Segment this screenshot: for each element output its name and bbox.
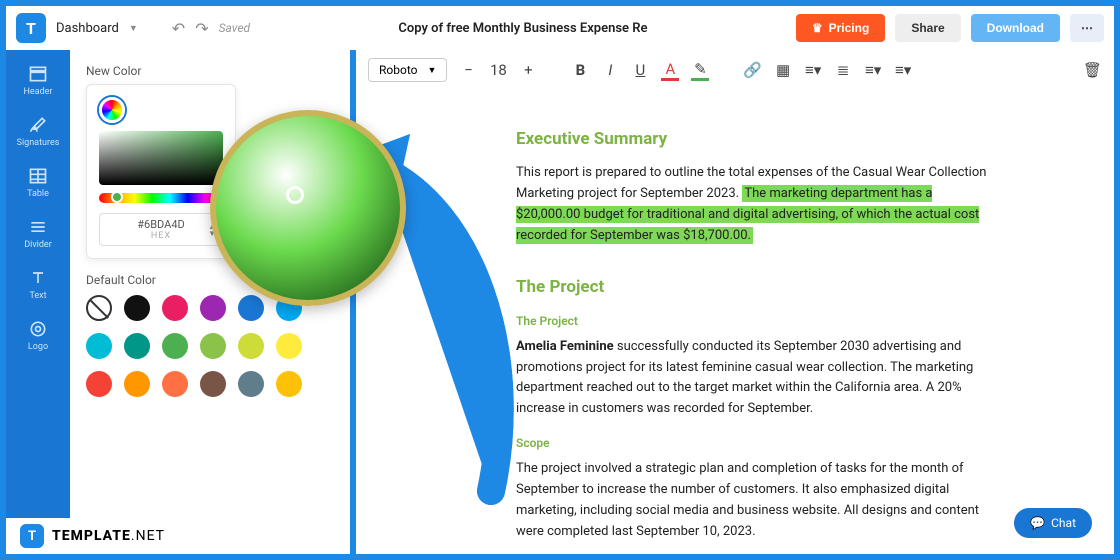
list-numbered-button[interactable]: ≣ [834,61,852,79]
top-bar: T Dashboard ▼ ↶ ↷ Saved Copy of free Mon… [6,6,1114,50]
color-swatch[interactable] [162,371,188,397]
sidebar-item-logo[interactable]: Logo [28,319,48,352]
subheading: The Project [516,312,994,331]
dashboard-caret-icon[interactable]: ▼ [129,23,138,34]
sidebar-item-divider[interactable]: Divider [24,217,52,250]
redo-icon[interactable]: ↷ [195,19,208,38]
link-button[interactable]: 🔗 [743,61,762,79]
color-swatch[interactable] [238,295,264,321]
subheading: Scope [516,434,994,453]
color-swatch[interactable] [124,371,150,397]
more-button[interactable]: ⋯ [1070,14,1104,42]
color-swatch[interactable] [86,333,112,359]
swatch-grid [86,295,334,397]
color-panel: New Color #6BDA4D HEX ▲▼ Default Color [70,50,350,554]
color-swatch[interactable] [200,333,226,359]
chat-button[interactable]: 💬Chat [1014,508,1092,538]
align-button[interactable]: ≡▾ [804,61,822,79]
heading-the-project: The Project [516,274,994,301]
paragraph: The project involved a strategic plan an… [516,459,994,542]
hue-slider[interactable] [99,193,223,203]
format-toolbar: Roboto▼ − 18 + B I U A ✎ 🔗 ▦ ≡▾ ≣ ≡▾ ≡▾ … [356,50,1114,90]
color-wheel-icon[interactable] [99,97,125,123]
color-swatch[interactable] [162,333,188,359]
color-swatch[interactable] [238,333,264,359]
magnifier-overlay [210,110,406,306]
list-bulleted-button[interactable]: ≡▾ [864,61,882,79]
color-swatch[interactable] [162,295,188,321]
color-swatch[interactable] [276,371,302,397]
highlight-color-button[interactable]: ✎ [691,60,709,81]
document-title[interactable]: Copy of free Monthly Business Expense Re [398,21,647,36]
color-swatch[interactable] [86,371,112,397]
header-icon [28,64,48,84]
increase-font-button[interactable]: + [519,61,537,79]
heading-executive-summary: Executive Summary [516,126,994,153]
sidebar-item-table[interactable]: Table [27,166,49,199]
color-swatch[interactable] [124,295,150,321]
image-button[interactable]: ▦ [774,61,792,79]
saturation-gradient[interactable] [99,131,223,185]
signature-icon [28,115,48,135]
font-size-value[interactable]: 18 [489,61,507,79]
color-swatch[interactable] [200,371,226,397]
undo-icon[interactable]: ↶ [172,19,185,38]
line-spacing-button[interactable]: ≡▾ [894,61,912,79]
app-logo[interactable]: T [16,13,46,43]
italic-button[interactable]: I [601,61,619,79]
crown-icon: ♛ [812,21,823,35]
download-button[interactable]: Download [971,14,1060,42]
logo-icon [28,319,48,339]
chat-icon: 💬 [1030,516,1045,530]
color-swatch[interactable] [200,295,226,321]
color-swatch[interactable] [238,371,264,397]
divider-icon [28,217,48,237]
color-swatch[interactable] [124,333,150,359]
decrease-font-button[interactable]: − [459,61,477,79]
pricing-button[interactable]: ♛Pricing [796,14,885,42]
saved-status: Saved [219,21,250,35]
sidebar-item-signatures[interactable]: Signatures [17,115,60,148]
text-icon [28,268,48,288]
chevron-down-icon: ▼ [427,65,436,76]
sidebar-item-header[interactable]: Header [24,64,53,97]
color-swatch[interactable] [276,333,302,359]
color-swatch[interactable] [86,295,112,321]
underline-button[interactable]: U [631,61,649,79]
picker-handle-icon [286,186,304,204]
dashboard-link[interactable]: Dashboard [56,21,119,36]
paragraph: This report is prepared to outline the t… [516,163,994,246]
hue-handle[interactable] [111,191,123,203]
hex-input[interactable]: #6BDA4D HEX ▲▼ [99,213,223,246]
new-color-label: New Color [86,64,334,78]
brand-footer: T TEMPLATE.NET [6,518,286,554]
share-button[interactable]: Share [895,14,960,42]
sidebar-item-text[interactable]: Text [28,268,48,301]
font-family-select[interactable]: Roboto▼ [368,58,447,82]
trash-button[interactable]: 🗑 [1083,61,1102,79]
brand-logo-icon: T [20,524,44,548]
left-sidebar: Header Signatures Table Divider Text Log… [6,50,70,554]
text-color-button[interactable]: A [661,60,679,81]
bold-button[interactable]: B [571,61,589,79]
table-icon [28,166,48,186]
paragraph: Amelia Feminine successfully conducted i… [516,337,994,420]
